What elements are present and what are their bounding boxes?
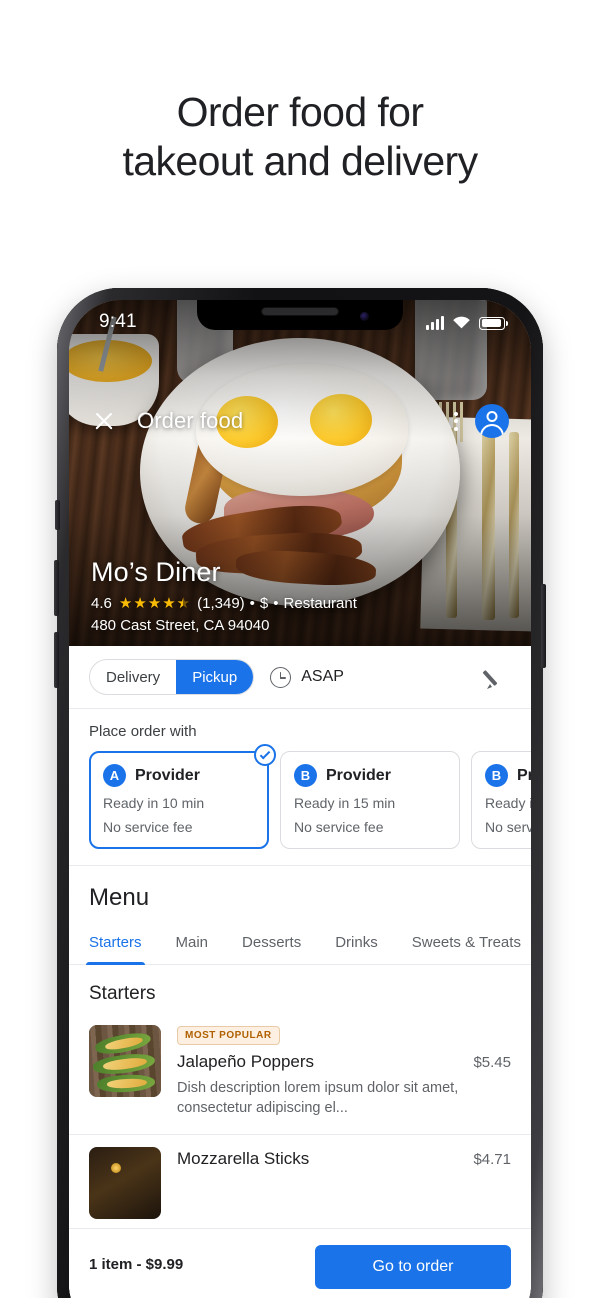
status-bar: 9:41 xyxy=(69,300,531,340)
restaurant-info: Mo’s Diner 4.6 ★ ★ ★ ★ ★ (1,349) • xyxy=(91,557,357,634)
dish-details: MOST POPULAR Jalapeño Poppers $5.45 Dish… xyxy=(177,1025,511,1118)
page-root: Order food for takeout and delivery 9:41… xyxy=(0,0,600,1298)
go-to-order-button[interactable]: Go to order xyxy=(315,1245,511,1289)
headline-line-2: takeout and delivery xyxy=(122,138,479,184)
restaurant-category: Restaurant xyxy=(283,595,357,612)
provider-fee: No service fee xyxy=(103,819,193,835)
headline-line-1: Order food for xyxy=(176,89,424,135)
app-screen: 9:41 Order food Mo’s Diner 4.6 ★ ★ ★ ★ ★… xyxy=(69,300,531,1298)
dish-name-row: Mozzarella Sticks $4.71 xyxy=(177,1149,511,1169)
delivery-tab[interactable]: Delivery xyxy=(90,660,176,694)
provider-header: B Provider xyxy=(485,764,531,787)
provider-initial-badge: A xyxy=(103,764,126,787)
status-badge: MOST POPULAR xyxy=(177,1026,280,1045)
menu-tabs[interactable]: Starters Main Desserts Drinks Sweets & T… xyxy=(69,924,531,965)
jalapeno-poppers-photo xyxy=(89,1025,161,1097)
app-bar: Order food xyxy=(69,398,531,444)
dish-price: $4.71 xyxy=(473,1151,511,1168)
pickup-tab[interactable]: Pickup xyxy=(176,660,254,694)
more-vert-icon[interactable] xyxy=(445,408,467,434)
dish-description: Dish description lorem ipsum dolor sit a… xyxy=(177,1080,459,1116)
list-item[interactable]: Mozzarella Sticks $4.71 xyxy=(69,1135,531,1219)
cellular-signal-icon xyxy=(426,315,444,330)
dish-name: Jalapeño Poppers xyxy=(177,1052,315,1071)
dish-name-row: Jalapeño Poppers $5.45 xyxy=(177,1052,511,1072)
provider-card[interactable]: B Provider Ready in 15 min No service fe… xyxy=(471,751,531,849)
volume-down-button[interactable] xyxy=(54,632,59,688)
star-half-icon: ★ xyxy=(177,596,190,611)
avatar-body xyxy=(480,424,504,438)
star-icon: ★ xyxy=(133,595,147,612)
pickup-time-label[interactable]: ASAP xyxy=(301,668,344,686)
dish-name: Mozzarella Sticks xyxy=(177,1149,310,1168)
fulfillment-row: Delivery Pickup ASAP xyxy=(69,646,531,709)
provider-name: Provider xyxy=(326,766,391,784)
mozzarella-sticks-photo xyxy=(89,1147,161,1219)
fulfillment-toggle[interactable]: Delivery Pickup xyxy=(89,659,255,695)
provider-fee: No service fee xyxy=(294,819,384,835)
provider-header: A Provider xyxy=(103,764,255,787)
dish-details: Mozzarella Sticks $4.71 xyxy=(177,1147,511,1219)
restaurant-address: 480 Cast Street, CA 94040 xyxy=(91,617,270,634)
clock-icon xyxy=(270,666,292,688)
avatar-head xyxy=(486,411,498,422)
wifi-icon xyxy=(453,316,470,328)
dish-price: $5.45 xyxy=(473,1054,511,1071)
provider-section-label: Place order with xyxy=(89,723,197,740)
provider-ready-time: Ready in 15 min xyxy=(485,795,531,811)
star-icon: ★ xyxy=(147,595,162,612)
rating-value: 4.6 xyxy=(91,595,112,612)
tab-starters[interactable]: Starters xyxy=(86,924,145,965)
check-circle-icon xyxy=(254,744,276,766)
menu-title: Menu xyxy=(89,884,150,911)
rating-stars: ★ ★ ★ ★ ★ xyxy=(119,596,190,611)
status-time: 9:41 xyxy=(99,311,137,332)
battery-icon xyxy=(479,316,508,330)
price-level: $ xyxy=(259,595,269,612)
provider-card[interactable]: A Provider Ready in 10 min No service fe… xyxy=(89,744,276,849)
provider-ready-time: Ready in 15 min xyxy=(294,795,396,811)
menu-section: Menu Starters Main Desserts Drinks Sweet… xyxy=(69,866,531,1219)
meta-separator: • xyxy=(249,595,255,612)
status-icons xyxy=(426,315,508,330)
tab-sweets-and-treats[interactable]: Sweets & Treats xyxy=(412,924,521,964)
restaurant-name: Mo’s Diner xyxy=(91,557,221,587)
order-bottom-bar: 1 item - $9.99 Go to order xyxy=(69,1228,531,1298)
provider-header: B Provider xyxy=(294,764,446,787)
provider-card[interactable]: B Provider Ready in 15 min No service fe… xyxy=(280,751,460,849)
phone-mockup: 9:41 Order food Mo’s Diner 4.6 ★ ★ ★ ★ ★… xyxy=(54,288,546,1298)
star-icon: ★ xyxy=(118,595,133,612)
provider-initial-badge: B xyxy=(294,764,317,787)
silent-switch[interactable] xyxy=(55,500,60,530)
cart-summary: 1 item - $9.99 xyxy=(89,1256,184,1273)
power-button[interactable] xyxy=(541,584,546,668)
meta-separator: • xyxy=(273,595,279,612)
provider-name: Provider xyxy=(517,766,531,784)
volume-up-button[interactable] xyxy=(54,560,59,616)
page-title: Order food for takeout and delivery xyxy=(0,88,600,186)
provider-list[interactable]: A Provider Ready in 10 min No service fe… xyxy=(89,744,531,849)
tab-drinks[interactable]: Drinks xyxy=(335,924,378,964)
tab-main[interactable]: Main xyxy=(176,924,209,964)
restaurant-hero-image[interactable]: 9:41 Order food Mo’s Diner 4.6 ★ ★ ★ ★ ★… xyxy=(69,300,531,646)
tab-desserts[interactable]: Desserts xyxy=(242,924,301,964)
list-item[interactable]: MOST POPULAR Jalapeño Poppers $5.45 Dish… xyxy=(69,1013,531,1135)
app-bar-title: Order food xyxy=(137,408,244,433)
pencil-edit-icon[interactable] xyxy=(485,665,509,689)
review-count: (1,349) xyxy=(197,595,245,612)
provider-section: Place order with A Provider Ready in 10 … xyxy=(69,709,531,866)
restaurant-meta: 4.6 ★ ★ ★ ★ ★ (1,349) • $ • xyxy=(91,595,357,612)
provider-initial-badge: B xyxy=(485,764,508,787)
account-avatar-icon[interactable] xyxy=(475,404,509,438)
phone-screen-bezel: 9:41 Order food Mo’s Diner 4.6 ★ ★ ★ ★ ★… xyxy=(69,300,531,1298)
provider-fee: No service fee xyxy=(485,819,531,835)
provider-ready-time: Ready in 10 min xyxy=(103,795,205,811)
menu-section-title: Starters xyxy=(89,983,156,1004)
close-icon[interactable] xyxy=(91,408,117,434)
provider-name: Provider xyxy=(135,766,200,784)
star-icon: ★ xyxy=(162,595,176,612)
